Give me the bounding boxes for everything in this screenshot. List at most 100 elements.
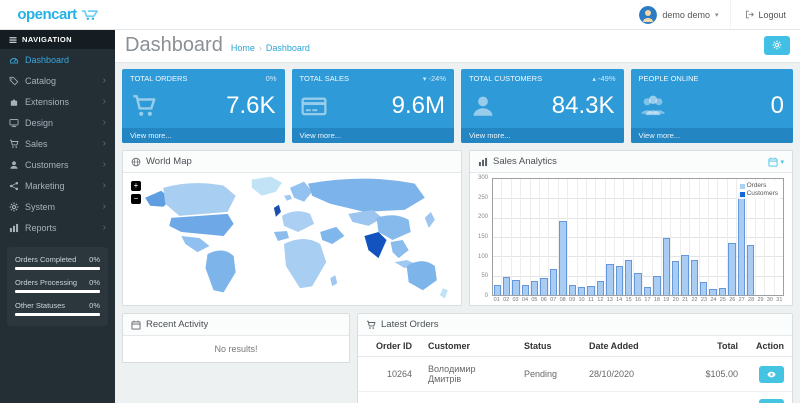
chart-bar-slot: [568, 179, 577, 295]
chart-bar-slot: [709, 179, 718, 295]
chart-bar-slot: [728, 179, 737, 295]
breadcrumb-home-link[interactable]: Home: [231, 43, 255, 53]
orders-bar: [578, 287, 585, 295]
cart-icon: [9, 139, 19, 149]
map-region-india: [364, 232, 386, 258]
table-header-row: Order IDCustomerStatusDate AddedTotalAct…: [358, 336, 792, 357]
recent-activity-empty: No results!: [123, 336, 349, 362]
sidebar-item-customers[interactable]: Customers›: [0, 154, 115, 175]
x-tick-label: 19: [662, 297, 671, 303]
view-more-link[interactable]: View more...: [631, 128, 794, 143]
breadcrumb-dashboard-link[interactable]: Dashboard: [266, 43, 310, 53]
sidebar-item-marketing[interactable]: Marketing›: [0, 175, 115, 196]
world-map: [123, 173, 461, 305]
column-header-date-added: Date Added: [581, 336, 676, 357]
chevron-right-icon: ›: [103, 160, 106, 170]
y-tick-label: 100: [478, 254, 488, 260]
opencart-logo[interactable]: opencart: [0, 0, 115, 29]
chart-bar-slot: [502, 179, 511, 295]
sidebar-item-label: Dashboard: [25, 55, 69, 65]
tile-value: 9.6M: [392, 94, 445, 118]
orders-bar: [606, 264, 613, 295]
tile-people-online: PEOPLE ONLINE0View more...: [631, 69, 794, 143]
x-tick-label: 03: [511, 297, 520, 303]
y-tick-label: 250: [478, 195, 488, 201]
view-more-link[interactable]: View more...: [122, 128, 285, 143]
x-tick-label: 01: [492, 297, 501, 303]
sidebar-item-label: Sales: [25, 139, 48, 149]
chart-bar-slot: [521, 179, 530, 295]
puzzle-icon: [9, 97, 19, 107]
chart-plot-area: OrdersCustomers: [492, 178, 784, 296]
orders-bar: [719, 288, 726, 295]
sidebar-item-design[interactable]: Design›: [0, 112, 115, 133]
chart-bar-slot: [540, 179, 549, 295]
dashboard-settings-button[interactable]: [764, 36, 790, 55]
legend-swatch: [740, 184, 745, 189]
sidebar-item-extensions[interactable]: Extensions›: [0, 91, 115, 112]
x-tick-label: 05: [530, 297, 539, 303]
sales-analytics-panel: Sales Analytics ▾ 050100150200250300 Ord…: [469, 150, 793, 306]
x-tick-label: 04: [520, 297, 529, 303]
tile-title: PEOPLE ONLINE: [639, 74, 699, 83]
sidebar-item-sales[interactable]: Sales›: [0, 133, 115, 154]
map-zoom-out-button[interactable]: −: [131, 194, 141, 204]
x-tick-label: 08: [558, 297, 567, 303]
status-cell: Pending: [516, 392, 581, 403]
chart-bar-slot: [531, 179, 540, 295]
view-more-link[interactable]: View more...: [461, 128, 624, 143]
x-tick-label: 15: [624, 297, 633, 303]
sidebar-item-catalog[interactable]: Catalog›: [0, 70, 115, 91]
stat-value: 0%: [89, 255, 100, 264]
chart-bar-slot: [643, 179, 652, 295]
sidebar-item-system[interactable]: System›: [0, 196, 115, 217]
tile-percent: ▴ -49%: [592, 74, 615, 83]
view-order-button[interactable]: [759, 366, 784, 383]
logo-text: opencart: [17, 6, 76, 23]
y-tick-label: 50: [481, 273, 488, 279]
view-order-button[interactable]: [759, 399, 784, 403]
x-tick-label: 11: [586, 297, 595, 303]
chart-range-dropdown-button[interactable]: ▾: [768, 157, 784, 167]
chevron-right-icon: ›: [103, 118, 106, 128]
user-menu[interactable]: demo demo ▾: [627, 0, 730, 29]
chart-y-axis: 050100150200250300: [472, 178, 492, 296]
x-tick-label: 09: [567, 297, 576, 303]
sidebar-item-dashboard[interactable]: Dashboard: [0, 49, 115, 70]
x-tick-label: 20: [671, 297, 680, 303]
sidebar-item-reports[interactable]: Reports›: [0, 217, 115, 238]
chart-bar-slot: [624, 179, 633, 295]
column-header-action: Action: [746, 336, 792, 357]
progress-bar: [15, 267, 100, 270]
map-zoom-in-button[interactable]: +: [131, 181, 141, 191]
chevron-right-icon: ›: [103, 97, 106, 107]
chart-bar-slot: [690, 179, 699, 295]
orders-bar: [550, 269, 557, 295]
sidebar-stat-orders-processing: Orders Processing0%: [15, 278, 100, 293]
orders-bar: [738, 193, 745, 295]
user-icon: [9, 160, 19, 170]
orders-bar: [681, 255, 688, 295]
date-added-cell: 28/10/2020: [581, 392, 676, 403]
stat-label: Other Statuses: [15, 301, 65, 310]
chart-bar-slot: [615, 179, 624, 295]
chevron-down-icon: ▾: [715, 11, 719, 19]
x-tick-label: 26: [728, 297, 737, 303]
top-bar: opencart demo demo ▾ Logout: [0, 0, 800, 30]
chart-bar-slot: [549, 179, 558, 295]
logout-label: Logout: [758, 10, 786, 20]
x-tick-label: 23: [699, 297, 708, 303]
stat-tiles: TOTAL ORDERS0%7.6KView more...TOTAL SALE…: [122, 69, 793, 143]
progress-bar: [15, 290, 100, 293]
orders-bar: [634, 273, 641, 295]
status-cell: Pending: [516, 357, 581, 392]
sidebar-item-label: Marketing: [25, 181, 65, 191]
x-tick-label: 14: [614, 297, 623, 303]
x-tick-label: 17: [643, 297, 652, 303]
y-tick-label: 0: [485, 293, 488, 299]
cart-icon: [131, 93, 157, 119]
logout-button[interactable]: Logout: [730, 0, 800, 29]
view-more-link[interactable]: View more...: [292, 128, 455, 143]
orders-bar: [512, 280, 519, 295]
tile-value: 7.6K: [226, 94, 275, 118]
